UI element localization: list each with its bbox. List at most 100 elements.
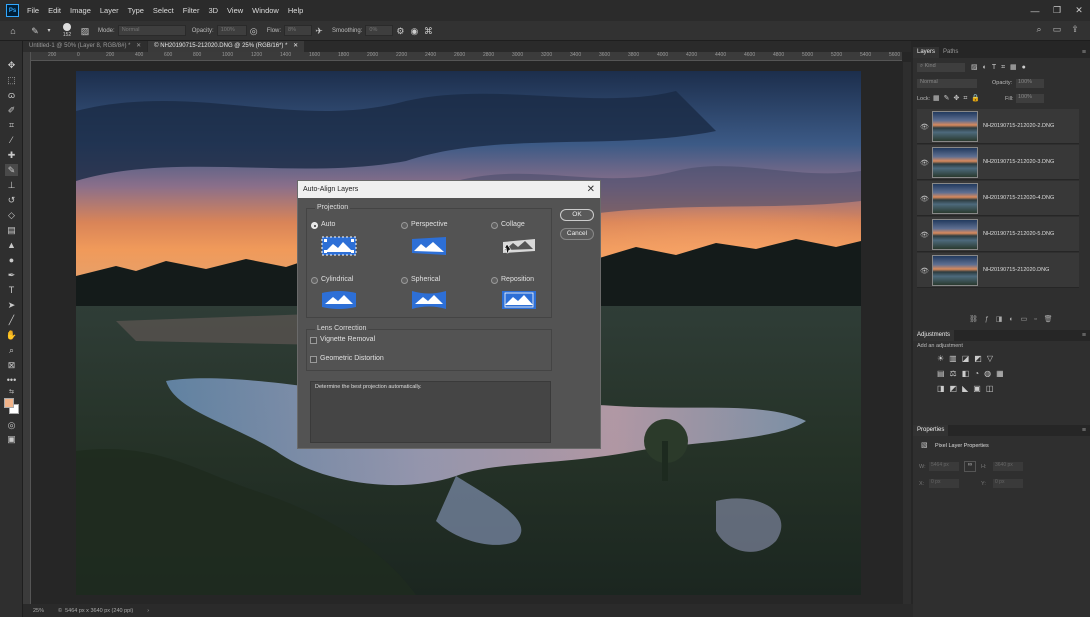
menu-type[interactable]: Type <box>128 6 144 15</box>
frame-tool-icon[interactable]: ⊠ <box>5 359 18 371</box>
ok-button[interactable]: OK <box>560 209 594 221</box>
panel-menu-icon[interactable]: ≡ <box>1078 47 1090 58</box>
adjustment-icons[interactable]: ☀▥◪◩▽ ▤⚖◧◔◍▦ ◨◩◣▣◫ <box>937 351 1027 396</box>
spherical-projection-icon[interactable] <box>411 290 447 310</box>
quick-select-tool-icon[interactable]: ✐ <box>5 104 18 116</box>
symmetry-icon[interactable]: ⌘ <box>421 25 435 37</box>
tab-paths[interactable]: Paths <box>939 47 962 58</box>
close-window-icon[interactable]: ✕ <box>1068 5 1090 16</box>
y-field[interactable]: 0 px <box>993 479 1023 488</box>
menu-help[interactable]: Help <box>288 6 303 15</box>
eraser-tool-icon[interactable]: ◇ <box>5 209 18 221</box>
auto-projection-icon[interactable] <box>321 236 357 256</box>
zoom-tool-icon[interactable]: ⌕ <box>5 344 18 356</box>
brush-preset-picker[interactable]: 152 <box>56 22 78 40</box>
radio-spherical[interactable] <box>401 277 408 284</box>
search-icon[interactable]: ⌕ <box>1030 24 1048 35</box>
close-icon[interactable]: ✕ <box>587 181 595 198</box>
zoom-level[interactable]: 25% <box>33 608 44 614</box>
menu-filter[interactable]: Filter <box>183 6 200 15</box>
height-field[interactable]: 3640 px <box>993 462 1023 471</box>
radio-reposition[interactable] <box>491 277 498 284</box>
chevron-down-icon[interactable]: ▾ <box>42 25 56 37</box>
type-tool-icon[interactable]: T <box>5 284 18 296</box>
default-colors-icon[interactable]: ⇆ <box>5 386 18 398</box>
brush-tool-icon[interactable]: ✎ <box>28 25 42 37</box>
mode-select[interactable]: Normal <box>117 25 186 36</box>
layer-row[interactable]: 👁 NH20190715-212020-4.DNG <box>917 181 1079 216</box>
fill-field[interactable]: 100% <box>1016 94 1044 103</box>
layer-row[interactable]: 👁 NH20190715-212020.DNG <box>917 253 1079 288</box>
eyedropper-tool-icon[interactable]: ⁄ <box>5 134 18 146</box>
flow-field[interactable]: 8% <box>284 25 313 36</box>
more-tools-icon[interactable]: ••• <box>5 374 18 386</box>
lasso-tool-icon[interactable]: ɷ <box>5 89 18 101</box>
gradient-tool-icon[interactable]: ▤ <box>5 224 18 236</box>
close-tab-icon[interactable]: ✕ <box>293 43 298 49</box>
screen-mode-icon[interactable]: ▣ <box>5 433 18 445</box>
quick-mask-icon[interactable]: ◎ <box>5 419 18 431</box>
menu-select[interactable]: Select <box>153 6 174 15</box>
menu-image[interactable]: Image <box>70 6 91 15</box>
panel-menu-icon[interactable]: ≡ <box>1078 425 1090 436</box>
share-icon[interactable]: ⇪ <box>1066 24 1084 35</box>
pressure-opacity-icon[interactable]: ◎ <box>247 25 261 37</box>
menu-window[interactable]: Window <box>252 6 279 15</box>
collage-projection-icon[interactable] <box>501 236 537 256</box>
gear-icon[interactable]: ⚙ <box>393 25 407 37</box>
blur-tool-icon[interactable]: ▲ <box>5 239 18 251</box>
healing-brush-tool-icon[interactable]: ✚ <box>5 149 18 161</box>
document-info[interactable]: 5464 px x 3640 px (240 ppi) <box>65 608 133 614</box>
workspace-icon[interactable]: ▭ <box>1048 24 1066 35</box>
width-field[interactable]: 5464 px <box>929 462 959 471</box>
chevron-right-icon[interactable]: › <box>147 608 149 614</box>
brush-settings-icon[interactable]: ▨ <box>78 25 92 37</box>
link-icon[interactable]: ∞ <box>964 461 976 472</box>
panel-menu-icon[interactable]: ≡ <box>1078 330 1090 341</box>
move-tool-icon[interactable]: ✥ <box>5 59 18 71</box>
vignette-removal-checkbox[interactable] <box>310 337 317 344</box>
layer-actions-bar[interactable]: ⛓ƒ◨◐▭▫🗑 <box>969 315 1060 323</box>
radio-auto[interactable] <box>311 222 318 229</box>
menu-edit[interactable]: Edit <box>48 6 61 15</box>
restore-icon[interactable]: ❐ <box>1046 5 1068 16</box>
layer-opacity-field[interactable]: 100% <box>1016 79 1044 88</box>
stamp-tool-icon[interactable]: ⊥ <box>5 179 18 191</box>
minimize-icon[interactable]: — <box>1024 6 1046 16</box>
menu-layer[interactable]: Layer <box>100 6 119 15</box>
foreground-color-swatch[interactable] <box>4 398 14 408</box>
home-icon[interactable]: ⌂ <box>6 25 20 37</box>
layer-row[interactable]: 👁 NH20190715-212020-5.DNG <box>917 217 1079 252</box>
close-tab-icon[interactable]: ✕ <box>136 43 141 49</box>
visibility-eye-icon[interactable]: 👁 <box>920 195 929 203</box>
menu-view[interactable]: View <box>227 6 243 15</box>
smoothing-field[interactable]: 0% <box>365 25 394 36</box>
radio-perspective[interactable] <box>401 222 408 229</box>
cancel-button[interactable]: Cancel <box>560 228 594 240</box>
tab-layers[interactable]: Layers <box>913 47 940 58</box>
blend-mode-select[interactable]: Normal <box>917 79 977 88</box>
menu-file[interactable]: File <box>27 6 39 15</box>
cylindrical-projection-icon[interactable] <box>321 290 357 310</box>
document-tab[interactable]: Untitled-1 @ 50% (Layer 8, RGB/8#) * ✕ <box>23 41 148 52</box>
dodge-tool-icon[interactable]: ● <box>5 254 18 266</box>
radio-collage[interactable] <box>491 222 498 229</box>
layer-filter-kind[interactable]: ⌕ Kind <box>917 63 965 72</box>
crop-tool-icon[interactable]: ⌗ <box>5 119 18 131</box>
menu-3d[interactable]: 3D <box>208 6 218 15</box>
vertical-scrollbar[interactable] <box>903 62 911 604</box>
history-brush-tool-icon[interactable]: ↺ <box>5 194 18 206</box>
reposition-projection-icon[interactable] <box>501 290 537 310</box>
visibility-eye-icon[interactable]: 👁 <box>920 123 929 131</box>
brush-tool-icon[interactable]: ✎ <box>5 164 18 176</box>
line-tool-icon[interactable]: ╱ <box>5 314 18 326</box>
document-tab-active[interactable]: © NH20190715-212020.DNG @ 25% (RGB/16*) … <box>148 41 305 52</box>
layer-row[interactable]: 👁 NH20190715-212020-2.DNG <box>917 109 1079 144</box>
layer-filter-icons[interactable]: ▨◐T⌗▦● <box>971 63 1031 72</box>
perspective-projection-icon[interactable] <box>411 236 447 256</box>
lock-icons[interactable]: ▦✎✥⌗🔒 <box>933 94 984 103</box>
airbrush-icon[interactable]: ✈ <box>312 25 326 37</box>
photoshop-logo-icon[interactable]: Ps <box>6 4 19 17</box>
geometric-distortion-checkbox[interactable] <box>310 356 317 363</box>
layer-row[interactable]: 👁 NH20190715-212020-3.DNG <box>917 145 1079 180</box>
